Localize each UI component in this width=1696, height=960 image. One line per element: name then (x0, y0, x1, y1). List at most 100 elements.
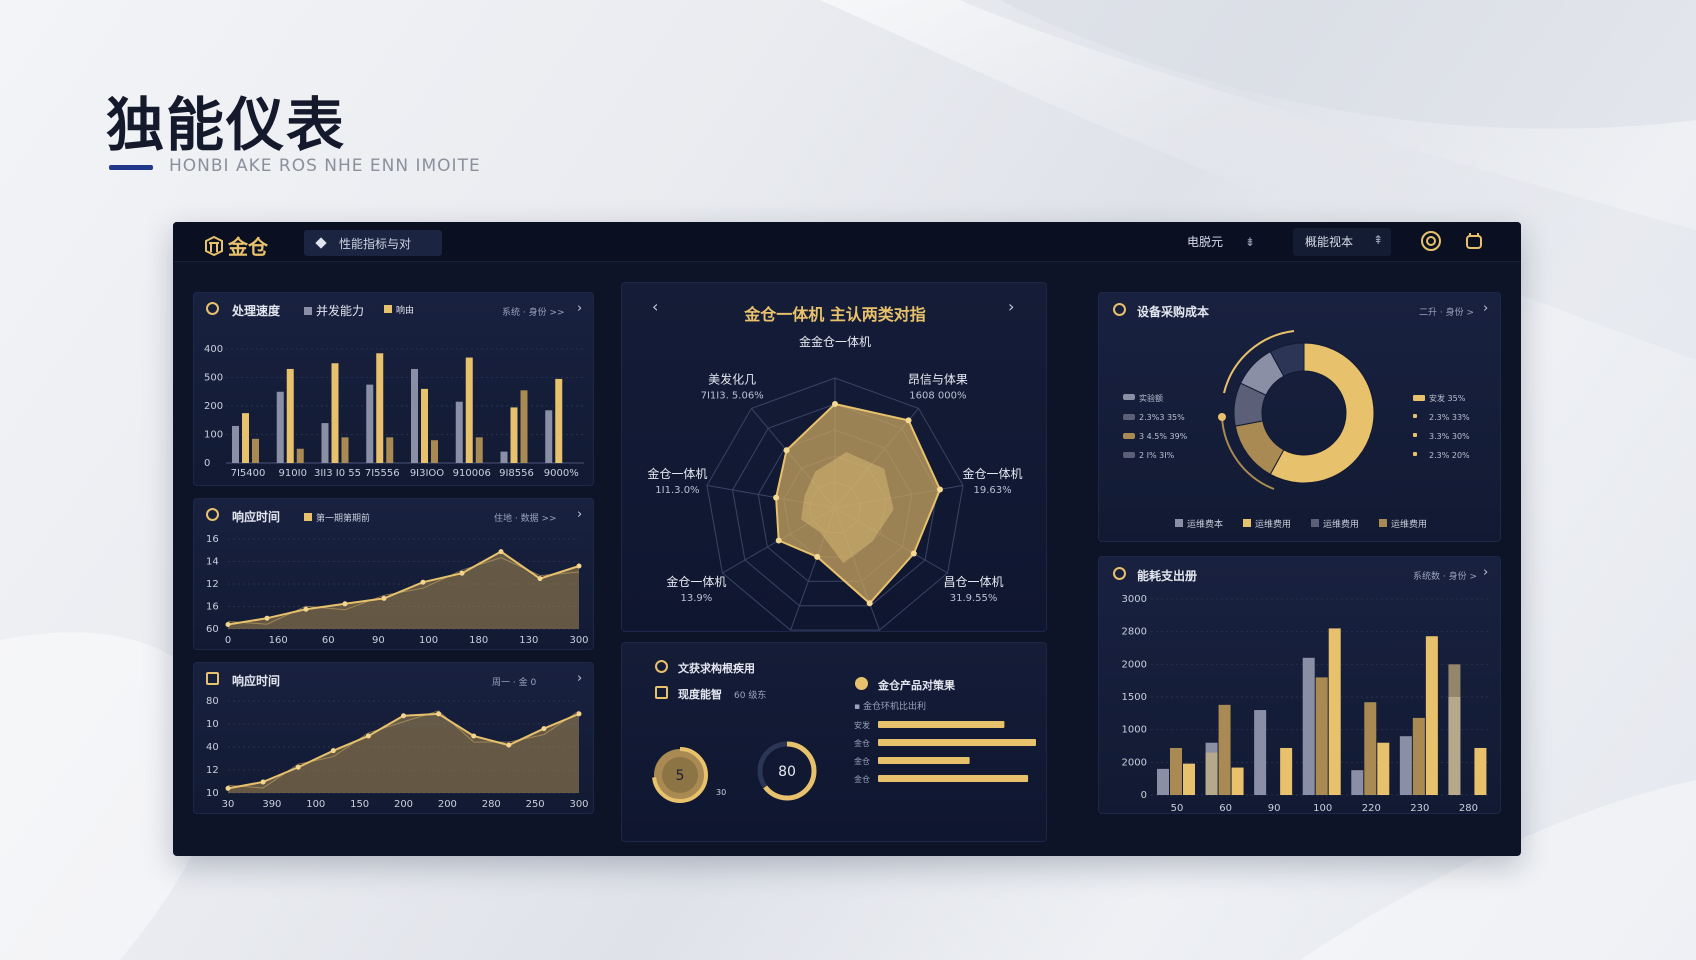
data-point (541, 726, 547, 732)
x-tick-label: 300 (569, 799, 588, 810)
y-tick-label: 100 (204, 430, 223, 441)
cube-icon (205, 235, 223, 256)
x-tick-label: 90 (372, 635, 385, 646)
pin-icon: ⇟ (1244, 235, 1255, 249)
y-tick-label: 0 (1141, 790, 1147, 801)
x-tick-label: 30 (222, 799, 235, 810)
area-fill (228, 713, 579, 793)
bar-chart: 0 2000 1000 1500 2000 2800 3000 50 60 90 100 220 230… (1122, 594, 1491, 814)
legend-swatch (1243, 519, 1251, 527)
data-point (381, 595, 387, 601)
bar-label: 安发 (854, 720, 870, 730)
y-tick-label: 60 (206, 624, 219, 635)
bar (286, 368, 294, 463)
gauge-2-value: 80 (778, 764, 796, 780)
bar (341, 437, 349, 463)
label-swatch (1413, 395, 1425, 401)
y-tick-label: 12 (206, 765, 219, 776)
bar (520, 390, 528, 463)
legend-label: 运维费用 (1391, 518, 1427, 530)
radar-point (775, 537, 782, 544)
bar (1218, 704, 1231, 795)
legend-swatch (1175, 519, 1183, 527)
bar (321, 423, 329, 463)
y-tick-label: 80 (206, 696, 219, 707)
progress-bar (878, 775, 1029, 782)
data-point (506, 742, 512, 748)
right-label: 2.3% 33% (1429, 413, 1470, 422)
panel-processing-speed: 处理速度 并发能力 响由 系统 · 身份 >> › 0 100 200 500 400 7… (193, 292, 594, 486)
y-tick-label: 2000 (1122, 757, 1147, 768)
y-tick-label: 2000 (1122, 659, 1147, 670)
user-icon[interactable] (1463, 230, 1485, 252)
topbar-item-1[interactable]: 电脱元 ⇟ (1187, 233, 1255, 250)
alert-icon[interactable] (1420, 230, 1442, 252)
topbar-item-1-label: 电脱元 (1187, 235, 1224, 249)
bar (1170, 747, 1182, 795)
label-swatch (1413, 414, 1417, 418)
bar (1474, 747, 1487, 795)
y-tick-label: 0 (204, 458, 210, 469)
data-point (459, 570, 465, 576)
bar (1254, 710, 1267, 795)
y-tick-label: 10 (206, 788, 219, 799)
data-point (303, 606, 309, 612)
data-point (537, 576, 543, 582)
x-tick-label: 200 (438, 799, 457, 810)
x-tick-label: 160 (269, 635, 288, 646)
bar-label: 金仓 (854, 774, 870, 784)
x-tick-label: 230 (1410, 803, 1429, 814)
radar-axis-value: 1608 000% (909, 390, 966, 401)
y-tick-label: 400 (204, 344, 223, 355)
x-tick-label: 9000% (544, 468, 579, 479)
bar (1399, 736, 1412, 795)
x-tick-label: 100 (1313, 803, 1332, 814)
radar-point (814, 553, 821, 560)
progress-bar (878, 739, 1036, 746)
data-point (436, 711, 442, 717)
bar (421, 388, 428, 463)
legend-swatch (1311, 519, 1319, 527)
left-label: 3 4.5% 39% (1139, 432, 1188, 441)
data-point (225, 785, 231, 791)
x-tick-label: 390 (262, 799, 281, 810)
x-tick-label: 100 (419, 635, 438, 646)
topbar-item-2[interactable]: 概能视本 ⇞ (1293, 228, 1391, 256)
bar (376, 353, 384, 463)
progress-bar (878, 757, 970, 764)
gauge-1-value: 5 (676, 768, 685, 784)
data-point (401, 713, 406, 719)
data-point (225, 622, 231, 627)
menu-dropdown[interactable]: 性能指标与对 (304, 230, 442, 256)
bar (1280, 747, 1293, 795)
bar (252, 438, 259, 463)
x-tick-label: 200 (394, 799, 413, 810)
bar (366, 384, 374, 463)
bar (455, 401, 463, 463)
y-tick-label: 16 (206, 602, 219, 613)
y-tick-label: 1500 (1122, 692, 1147, 703)
label-swatch (1413, 433, 1417, 437)
dashboard-window: 金仓 性能指标与对 电脱元 ⇟ 概能视本 ⇞ 处理速度 并发能力 响由 系统 ·… (173, 222, 1521, 856)
brand-logo[interactable]: 金仓 (204, 231, 268, 260)
bar (1377, 742, 1390, 795)
radar-axis-value: 13.9% (681, 593, 713, 604)
label-swatch (1123, 452, 1135, 458)
data-point (365, 733, 371, 739)
x-tick-label: 9Ⅰ3ⅠΟΟ (410, 468, 444, 479)
donut-marker (1218, 413, 1226, 421)
legend-label: 运维费用 (1323, 518, 1359, 530)
x-tick-label: 50 (1171, 803, 1184, 814)
x-tick-label: 910006 (453, 468, 491, 479)
page-title: 独能仪表 (106, 91, 347, 159)
x-tick-label: 60 (1219, 803, 1232, 814)
bar (500, 451, 508, 463)
bar (1328, 628, 1341, 795)
label-swatch (1123, 433, 1135, 439)
radar-axis-label: 昂信与体果 (908, 372, 968, 386)
right-label: 3.3% 30% (1429, 432, 1470, 441)
bar (1183, 763, 1195, 795)
y-tick-label: 16 (206, 534, 219, 545)
data-point (576, 563, 582, 569)
bar (555, 378, 563, 463)
